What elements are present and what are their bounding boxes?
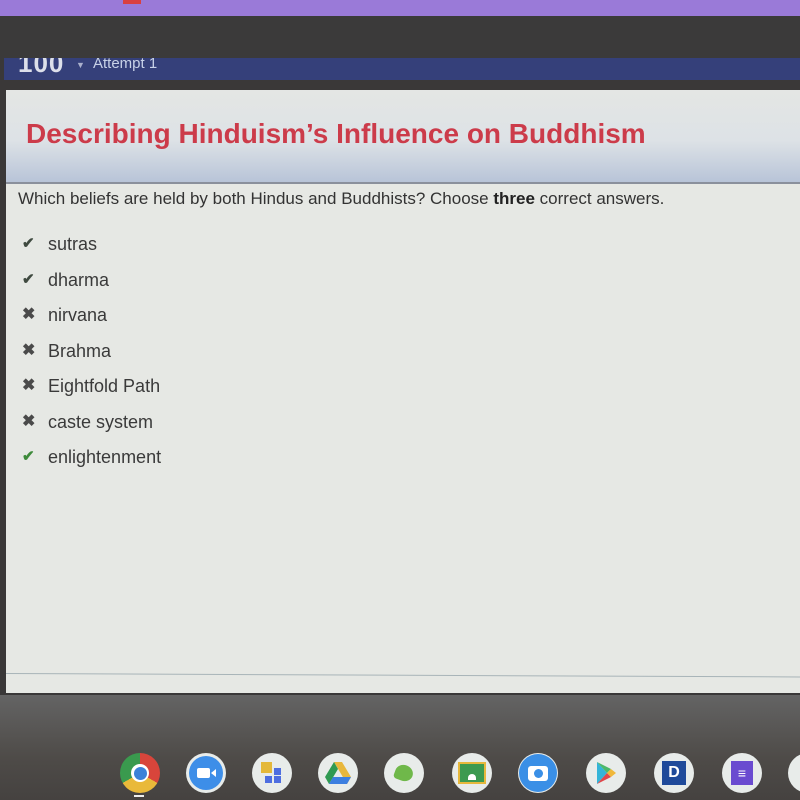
green-bird-icon[interactable] xyxy=(384,753,424,793)
forms-square: ≡ xyxy=(731,761,753,785)
title-area: Describing Hinduism’s Influence on Buddh… xyxy=(6,90,800,184)
play-triangle xyxy=(597,762,616,784)
camera-icon[interactable] xyxy=(518,753,558,793)
answer-label: Eightfold Path xyxy=(48,376,161,396)
google-classroom-icon[interactable] xyxy=(452,753,492,793)
camera-body xyxy=(528,765,548,781)
zoom-badge xyxy=(189,756,223,790)
answer-option[interactable]: ✔ sutras xyxy=(22,233,161,269)
question-emphasis: three xyxy=(493,189,535,208)
answer-label: caste system xyxy=(48,411,154,432)
camera-body xyxy=(196,768,210,778)
answer-label: dharma xyxy=(48,269,110,290)
answer-label: enlightenment xyxy=(48,447,162,467)
shelf-app-row: D ≡ xyxy=(0,753,800,800)
classroom-person xyxy=(468,774,476,780)
grid-tile xyxy=(265,776,272,783)
assignment-title: Describing Hinduism’s Influence on Buddh… xyxy=(26,118,646,149)
caret-icon[interactable]: ▼ xyxy=(76,60,85,70)
camera-badge xyxy=(519,754,557,792)
browser-top-bar xyxy=(0,0,800,16)
cross-icon: ✖ xyxy=(22,306,36,323)
classroom-board xyxy=(458,762,486,784)
answer-list: ✔ sutras ✔ dharma ✖ nirvana ✖ Brahma ✖ E… xyxy=(22,233,161,482)
zoom-video-icon[interactable] xyxy=(186,753,226,793)
assignment-panel: Describing Hinduism’s Influence on Buddh… xyxy=(5,90,800,693)
answer-label: nirvana xyxy=(48,305,108,325)
forms-list-icon[interactable]: ≡ xyxy=(722,753,762,793)
google-drive-icon[interactable] xyxy=(318,753,358,793)
camera-lens xyxy=(533,768,543,778)
answer-label: sutras xyxy=(48,234,98,254)
answer-option[interactable]: ✖ Brahma xyxy=(22,340,161,376)
list-glyph: ≡ xyxy=(737,765,747,781)
play-store-icon[interactable] xyxy=(586,753,626,793)
score-value: 100 xyxy=(18,58,65,78)
chrome-center xyxy=(131,764,149,782)
answer-option[interactable]: ✔ dharma xyxy=(22,269,161,305)
camera-lens xyxy=(210,769,216,777)
d-app-square: D xyxy=(662,761,686,785)
grid-tile xyxy=(274,776,281,783)
grid-tile xyxy=(274,768,281,775)
checkmark-icon: ✔ xyxy=(22,235,35,252)
d-letter: D xyxy=(668,764,680,781)
question-suffix: correct answers. xyxy=(534,189,665,208)
partial-app-icon[interactable] xyxy=(788,753,800,793)
answer-option[interactable]: ✖ nirvana xyxy=(22,304,161,340)
question-prefix: Which beliefs are held by both Hindus an… xyxy=(18,189,494,208)
answer-option[interactable]: ✖ Eightfold Path xyxy=(22,375,161,411)
attempt-label[interactable]: Attempt 1 xyxy=(93,58,157,72)
question-text: Which beliefs are held by both Hindus an… xyxy=(18,189,664,209)
answer-label: Brahma xyxy=(48,340,112,361)
checkmark-icon: ✔ xyxy=(22,448,35,465)
cross-icon: ✖ xyxy=(22,341,36,359)
grid-tile xyxy=(261,762,272,773)
chrome-dot xyxy=(133,766,147,780)
chrome-icon[interactable] xyxy=(120,753,160,793)
checkmark-icon: ✔ xyxy=(22,270,35,288)
answer-option[interactable]: ✔ enlightenment xyxy=(22,446,161,482)
header-band xyxy=(0,16,800,60)
header-spacer xyxy=(0,80,800,90)
workspace-grid xyxy=(261,762,283,784)
answer-option[interactable]: ✖ caste system xyxy=(22,411,161,447)
running-indicator xyxy=(134,795,144,797)
cross-icon: ✖ xyxy=(22,412,36,430)
bird-shape xyxy=(392,762,416,784)
d-app-icon[interactable]: D xyxy=(654,753,694,793)
browser-tab-indicator[interactable] xyxy=(123,0,141,4)
drive-triangle xyxy=(325,762,351,784)
workspace-apps-icon[interactable] xyxy=(252,753,292,793)
score-bar: 100 ▼ Attempt 1 xyxy=(4,58,800,80)
cross-icon: ✖ xyxy=(22,377,36,394)
footer-divider xyxy=(5,673,800,678)
